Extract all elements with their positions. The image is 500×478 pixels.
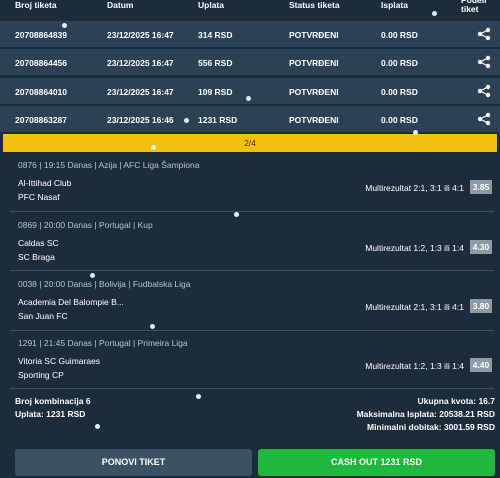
share-icon[interactable]: [477, 27, 491, 41]
col-stake-header: Uplata: [198, 0, 224, 10]
match-pick: Multirezultat 2:1, 3:1 ili 4:1: [365, 183, 464, 193]
home-team: Academia Del Balompie B...: [18, 297, 124, 307]
odd-badge: 3.85: [470, 180, 492, 194]
ticket-date: 23/12/2025 16:47: [107, 58, 174, 68]
ticket-date: 23/12/2025 16:47: [107, 87, 174, 97]
match-meta: 0869 | 20:00 Danas | Portugal | Kup: [18, 220, 153, 230]
ticket-stake: 1231 RSD: [198, 115, 238, 125]
away-team: Sporting CP: [18, 370, 64, 380]
snow-dot: [234, 212, 239, 217]
col-date-header: Datum: [107, 0, 134, 10]
summary-stake: Uplata: 1231 RSD: [15, 409, 86, 419]
repeat-ticket-button[interactable]: PONOVI TIKET: [15, 449, 252, 476]
ticket-id: 20708863287: [15, 115, 68, 125]
ticket-payout: 0.00 RSD: [381, 30, 418, 40]
ticket-id: 20708864456: [15, 58, 68, 68]
ticket-row[interactable]: 20708864456 23/12/2025 16:47 556 RSD POT…: [0, 49, 500, 75]
share-icon[interactable]: [477, 112, 491, 126]
snow-dot: [151, 145, 156, 150]
match-meta: 0038 | 20:00 Danas | Bolivija | Fudbalsk…: [18, 279, 191, 289]
divider: [10, 330, 494, 331]
ticket-payout: 0.00 RSD: [381, 115, 418, 125]
odd-badge: 3.80: [470, 299, 492, 313]
col-payout-header: Isplata: [381, 0, 408, 10]
ticket-date: 23/12/2025 16:47: [107, 30, 174, 40]
page-indicator: 2/4: [244, 138, 256, 148]
ticket-status: POTVRĐENI: [289, 30, 339, 40]
combinations-count: Broj kombinacija 6: [15, 396, 91, 406]
away-team: SC Braga: [18, 252, 55, 262]
home-team: Caldas SC: [18, 238, 59, 248]
col-share-header: Podeli tiket: [461, 0, 487, 14]
col-status-header: Status tiketa: [289, 0, 340, 10]
away-team: PFC Nasaf: [18, 192, 60, 202]
odd-badge: 4.30: [470, 240, 492, 254]
cash-out-button[interactable]: CASH OUT 1231 RSD: [258, 449, 495, 476]
col-ticket-header: Broj tiketa: [15, 0, 57, 10]
ticket-payout: 0.00 RSD: [381, 58, 418, 68]
ticket-id: 20708864839: [15, 30, 68, 40]
match-meta: 1291 | 21:45 Danas | Portugal | Primeira…: [18, 338, 188, 348]
snow-dot: [95, 424, 100, 429]
home-team: Al-Ittihad Club: [18, 178, 72, 188]
ticket-status: POTVRĐENI: [289, 87, 339, 97]
match-item: 0876 | 19:15 Danas | Azija | AFC Liga Ša…: [10, 160, 494, 218]
snow-dot: [184, 118, 189, 123]
ticket-stake: 314 RSD: [198, 30, 233, 40]
match-meta: 0876 | 19:15 Danas | Azija | AFC Liga Ša…: [18, 160, 200, 170]
match-item: 0038 | 20:00 Danas | Bolivija | Fudbalsk…: [10, 279, 494, 337]
away-team: San Juan FC: [18, 311, 68, 321]
match-pick: Multirezultat 1:2, 1:3 ili 1:4: [365, 243, 464, 253]
match-pick: Multirezultat 1:2, 1:3 ili 1:4: [365, 361, 464, 371]
snow-dot: [196, 394, 201, 399]
ticket-date: 23/12/2025 16:46: [107, 115, 174, 125]
snow-dot: [432, 11, 437, 16]
pagination-bar[interactable]: 2/4: [3, 134, 497, 152]
ticket-status: POTVRĐENI: [289, 115, 339, 125]
snow-dot: [246, 96, 251, 101]
max-payout: Maksimalna Isplata: 20538.21 RSD: [356, 409, 495, 419]
ticket-row[interactable]: 20708864839 23/12/2025 16:47 314 RSD POT…: [0, 21, 500, 47]
divider: [10, 211, 494, 212]
total-odds: Ukupna kvota: 16.7: [417, 396, 495, 406]
ticket-id: 20708864010: [15, 87, 68, 97]
ticket-stake: 556 RSD: [198, 58, 233, 68]
divider: [10, 270, 494, 271]
home-team: Vitoria SC Guimaraes: [18, 356, 101, 366]
snow-dot: [413, 130, 418, 135]
ticket-status: POTVRĐENI: [289, 58, 339, 68]
share-icon[interactable]: [477, 55, 491, 69]
odd-badge: 4.40: [470, 358, 492, 372]
ticket-payout: 0.00 RSD: [381, 87, 418, 97]
snow-dot: [62, 23, 67, 28]
divider: [10, 388, 494, 389]
min-win: Minimalni dobitak: 3001.59 RSD: [366, 422, 495, 432]
snow-dot: [150, 324, 155, 329]
match-pick: Multirezultat 2:1, 3:1 ili 4:1: [365, 302, 464, 312]
ticket-stake: 109 RSD: [198, 87, 233, 97]
snow-dot: [90, 273, 95, 278]
ticket-table-header: Broj tiketa Datum Uplata Status tiketa I…: [0, 0, 500, 19]
share-icon[interactable]: [477, 84, 491, 98]
ticket-row[interactable]: 20708863287 23/12/2025 16:46 1231 RSD PO…: [0, 106, 500, 132]
